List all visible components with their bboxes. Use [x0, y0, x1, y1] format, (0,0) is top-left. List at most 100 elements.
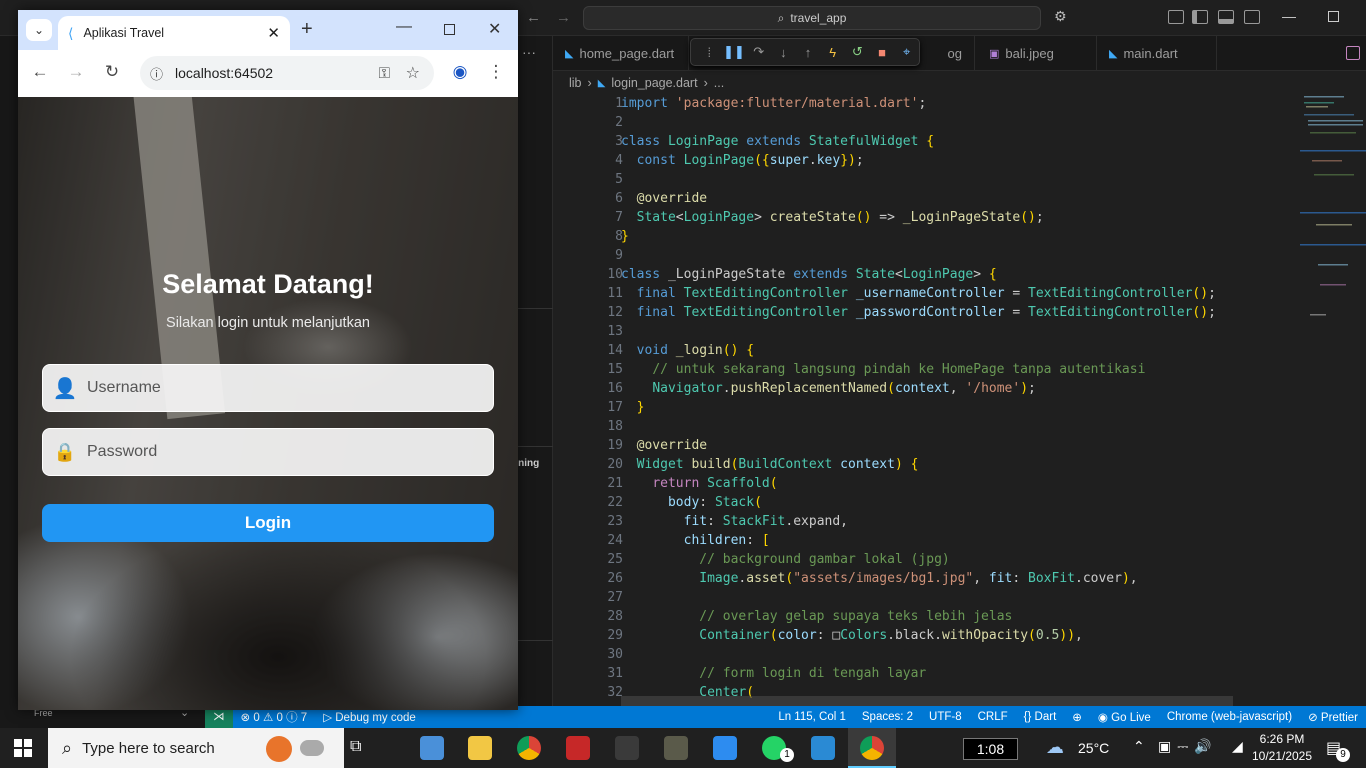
task-view-icon[interactable]: ⧉ — [350, 738, 361, 756]
bookmark-star-icon[interactable]: ☆ — [406, 63, 420, 83]
clock-date[interactable]: 10/21/2025 — [1248, 749, 1316, 763]
maximize-icon[interactable] — [444, 24, 455, 35]
code-line[interactable]: Widget build(BuildContext context) { — [621, 455, 919, 474]
forward-icon[interactable]: → — [64, 62, 88, 82]
breadcrumb-symbol[interactable]: ... — [714, 76, 724, 90]
prettier-status[interactable]: ⊘ Prettier — [1300, 710, 1366, 724]
toggle-sidebar-icon[interactable] — [1192, 10, 1208, 24]
language-mode[interactable]: {} Dart — [1016, 711, 1065, 723]
site-info-icon[interactable]: ⓘ — [150, 64, 163, 83]
more-actions-icon[interactable]: ··· — [522, 44, 536, 60]
reload-icon[interactable]: ↻ — [100, 62, 124, 82]
code-line[interactable]: return Scaffold( — [621, 474, 777, 493]
indentation[interactable]: Spaces: 2 — [854, 711, 921, 723]
command-center-search[interactable]: ⌕ travel_app — [583, 6, 1041, 30]
minimap[interactable] — [1300, 94, 1366, 334]
toggle-panel-icon[interactable] — [1218, 10, 1234, 24]
code-line[interactable]: State<LoginPage> createState() => _Login… — [621, 208, 1044, 227]
menu-kebab-icon[interactable]: ⋮ — [484, 62, 508, 82]
debug-status[interactable]: ▷ Debug my code — [315, 710, 424, 724]
forward-arrow-icon[interactable]: → — [556, 9, 571, 26]
username-field[interactable]: 👤 Username — [42, 364, 494, 412]
code-line[interactable]: final TextEditingController _usernameCon… — [621, 284, 1216, 303]
problems-indicator[interactable]: ⊗ 0 ⚠ 0 ⓘ 7 — [233, 709, 316, 725]
tab-main[interactable]: ◣ main.dart — [1097, 36, 1217, 71]
password-field[interactable]: 🔒 Password — [42, 428, 494, 476]
close-tab-icon[interactable]: ✕ — [267, 24, 280, 42]
cube-app-icon[interactable] — [420, 736, 444, 760]
code-line[interactable]: children: [ — [621, 531, 770, 550]
inspect-widget-icon[interactable]: ⌖ — [894, 44, 919, 60]
media-app-icon[interactable] — [566, 736, 590, 760]
close-window-icon[interactable]: ✕ — [488, 19, 501, 39]
code-line[interactable]: @override — [621, 189, 707, 208]
code-line[interactable]: final TextEditingController _passwordCon… — [621, 303, 1216, 322]
chrome-icon[interactable] — [517, 736, 541, 760]
timer-widget[interactable]: 1:08 — [963, 738, 1018, 760]
code-line[interactable]: class LoginPage extends StatefulWidget { — [621, 132, 934, 151]
step-over-icon[interactable]: ↷ — [746, 44, 771, 60]
code-line[interactable]: Image.asset("assets/images/bg1.jpg", fit… — [621, 569, 1137, 588]
game-icon-1[interactable] — [615, 736, 639, 760]
weather-temp[interactable]: 25°C — [1078, 740, 1109, 756]
cursor-position[interactable]: Ln 115, Col 1 — [770, 711, 854, 723]
code-line[interactable]: // untuk sekarang langsung pindah ke Hom… — [621, 360, 1145, 379]
hot-reload-icon[interactable]: ϟ — [820, 45, 845, 60]
globe-icon[interactable]: ⊕ — [1064, 710, 1090, 724]
stop-icon[interactable]: ■ — [870, 45, 895, 60]
step-into-icon[interactable]: ↓ — [771, 45, 796, 60]
breadcrumb-file[interactable]: login_page.dart — [611, 76, 697, 90]
code-line[interactable]: // form login di tengah layar — [621, 664, 926, 683]
step-out-icon[interactable]: ↑ — [796, 45, 821, 60]
breadcrumb-folder[interactable]: lib — [569, 76, 582, 90]
file-explorer-icon[interactable] — [468, 736, 492, 760]
horizontal-scrollbar[interactable] — [621, 696, 1233, 706]
taskbar-search[interactable]: ⌕ Type here to search — [48, 728, 344, 768]
code-line[interactable]: body: Stack( — [621, 493, 762, 512]
code-line[interactable]: Navigator.pushReplacementNamed(context, … — [621, 379, 1036, 398]
clock-time[interactable]: 6:26 PM — [1252, 732, 1312, 746]
new-tab-button[interactable]: + — [301, 18, 313, 41]
go-live-button[interactable]: ◉ Go Live — [1090, 710, 1159, 724]
code-line[interactable]: void _login() { — [621, 341, 754, 360]
drag-handle-icon[interactable]: ⁞ — [697, 45, 722, 60]
tab-bali[interactable]: ▣ bali.jpeg — [977, 36, 1097, 71]
wifi-icon[interactable]: ◢ — [1232, 738, 1243, 755]
login-button[interactable]: Login — [42, 504, 494, 542]
code-line[interactable]: const LoginPage({super.key}); — [621, 151, 864, 170]
code-line[interactable]: // background gambar lokal (jpg) — [621, 550, 949, 569]
code-line[interactable]: class _LoginPageState extends State<Logi… — [621, 265, 997, 284]
vscode-icon[interactable] — [811, 736, 835, 760]
code-editor[interactable]: import 'package:flutter/material.dart'; c… — [621, 94, 1301, 706]
layout-customize-icon[interactable] — [1168, 10, 1184, 24]
back-arrow-icon[interactable]: ← — [526, 9, 541, 26]
password-key-icon[interactable]: ⚿ — [379, 65, 390, 82]
minimize-icon[interactable]: — — [1282, 8, 1296, 24]
game-icon-2[interactable] — [664, 736, 688, 760]
chrome-active-icon[interactable] — [848, 728, 896, 768]
code-line[interactable]: } — [621, 398, 645, 417]
pause-icon[interactable]: ❚❚ — [722, 44, 747, 60]
code-line[interactable]: Container(color: □Colors.black.withOpaci… — [621, 626, 1083, 645]
address-bar[interactable]: ⓘ localhost:64502 ⚿ ☆ — [140, 56, 434, 90]
tab-search-button[interactable]: ⌄ — [26, 19, 52, 41]
browser-tab[interactable]: ⟨ Aplikasi Travel ✕ — [58, 16, 290, 50]
profile-icon[interactable]: ◉ — [448, 62, 472, 82]
toggle-secondary-sidebar-icon[interactable] — [1244, 10, 1260, 24]
chevron-up-icon[interactable]: ⌃ — [1133, 738, 1145, 755]
split-editor-icon[interactable] — [1346, 46, 1360, 60]
encoding[interactable]: UTF-8 — [921, 711, 970, 723]
code-line[interactable]: fit: StackFit.expand, — [621, 512, 848, 531]
code-line[interactable]: // overlay gelap supaya teks lebih jelas — [621, 607, 1012, 626]
teamviewer-icon[interactable] — [713, 736, 737, 760]
code-line[interactable]: @override — [621, 436, 707, 455]
maximize-icon[interactable] — [1328, 11, 1339, 22]
back-icon[interactable]: ← — [28, 62, 52, 82]
restart-icon[interactable]: ↺ — [845, 44, 870, 60]
windows-start-icon[interactable] — [14, 739, 32, 757]
copilot-icon[interactable]: ⚙ — [1054, 8, 1067, 25]
device-selector[interactable]: Chrome (web-javascript) — [1159, 711, 1300, 723]
tab-home-page[interactable]: ◣ home_page.dart — [553, 36, 689, 71]
code-line[interactable]: } — [621, 227, 629, 246]
system-tray-icons[interactable]: ▣⎓🔊 — [1158, 738, 1218, 755]
